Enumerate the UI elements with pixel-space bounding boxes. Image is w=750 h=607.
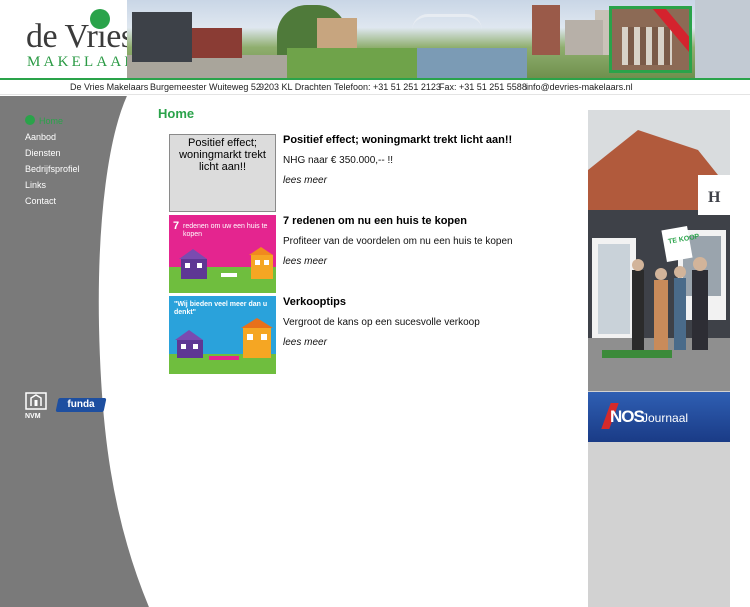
photo-modern-house bbox=[132, 12, 192, 62]
article-item: "Wij bieden veel meer dan u denkt" Verko… bbox=[169, 296, 569, 374]
read-more-link[interactable]: lees meer bbox=[283, 175, 327, 186]
nos-journaal-banner[interactable]: NOS Journaal bbox=[588, 392, 730, 442]
nav-item-aanbod[interactable]: Aanbod › bbox=[25, 132, 120, 146]
contact-phone: Telefoon: +31 51 251 2123 bbox=[334, 82, 441, 92]
article-summary: Vergroot de kans op een sucesvolle verko… bbox=[283, 317, 480, 328]
nos-journaal-label: Journaal bbox=[642, 411, 689, 425]
chevron-right-icon: › bbox=[116, 131, 120, 142]
article-image-7-redenen[interactable]: redenen om uw een huis te kopen 7 bbox=[169, 215, 276, 293]
header-photo-banner bbox=[127, 0, 750, 79]
article-title[interactable]: Verkooptips bbox=[283, 296, 346, 308]
photo-apartment-low bbox=[565, 20, 603, 55]
nav-item-home[interactable]: Home bbox=[25, 115, 120, 130]
promo-houses-illustration bbox=[169, 318, 276, 374]
svg-text:7: 7 bbox=[173, 220, 179, 232]
contact-bar: De Vries Makelaars Burgemeester Wuiteweg… bbox=[0, 80, 750, 95]
photo-red-house bbox=[192, 28, 242, 58]
funda-logo[interactable]: funda bbox=[55, 398, 107, 412]
active-bullet-icon bbox=[25, 115, 35, 125]
contact-address: Burgemeester Wuiteweg 52 bbox=[150, 82, 261, 92]
nav-item-contact[interactable]: Contact bbox=[25, 196, 120, 210]
thumbnail-facade bbox=[622, 27, 672, 65]
nav-item-links[interactable]: Links bbox=[25, 180, 120, 194]
page-title: Home bbox=[158, 106, 195, 121]
right-column: H TE KOOP NOS Journaal bbox=[588, 110, 730, 607]
logo-dot bbox=[90, 9, 110, 29]
article-item: redenen om uw een huis te kopen 7 7 rede… bbox=[169, 215, 569, 293]
photo-bridge bbox=[412, 14, 482, 30]
read-more-link[interactable]: lees meer bbox=[283, 256, 327, 267]
sidebar: Home Aanbod › Diensten › Bedrijfsprofiel… bbox=[0, 96, 170, 607]
nav-item-label: Links bbox=[25, 180, 47, 190]
chevron-right-icon: › bbox=[116, 163, 120, 174]
article-item: Positief effect; woningmarkt trekt licht… bbox=[169, 134, 569, 212]
svg-text:H: H bbox=[708, 189, 721, 206]
chevron-right-icon: › bbox=[116, 147, 120, 158]
nos-logo: NOS bbox=[610, 407, 645, 426]
weektopper-thumbnail[interactable] bbox=[609, 6, 692, 73]
nav-item-label: Contact bbox=[25, 196, 57, 206]
photo-farmhouse bbox=[317, 18, 357, 48]
article-summary: Profiteer van de voordelen om nu een hui… bbox=[283, 236, 513, 247]
read-more-link[interactable]: lees meer bbox=[283, 337, 327, 348]
photo-apartment-tower bbox=[532, 5, 560, 55]
nvm-label: NVM bbox=[25, 413, 41, 420]
site-logo[interactable]: de Vries MAKELAARS bbox=[0, 0, 146, 79]
photo-sky bbox=[695, 0, 750, 79]
nvm-logo[interactable]: NVM bbox=[25, 392, 47, 420]
logo-wordmark: de Vries bbox=[26, 18, 134, 55]
contact-company: De Vries Makelaars bbox=[70, 82, 149, 92]
article-image-placeholder[interactable]: Positief effect; woningmarkt trekt licht… bbox=[169, 134, 276, 212]
article-image-verkooptips[interactable]: "Wij bieden veel meer dan u denkt" bbox=[169, 296, 276, 374]
contact-fax: Fax: +31 51 251 5588 bbox=[439, 82, 527, 92]
contact-email[interactable]: info@devries-makelaars.nl bbox=[526, 82, 633, 92]
nvm-emblem-icon bbox=[25, 392, 47, 410]
office-photo-illustration: H bbox=[588, 110, 730, 391]
article-title[interactable]: Positief effect; woningmarkt trekt licht… bbox=[283, 134, 512, 146]
funda-label: funda bbox=[67, 399, 95, 410]
article-summary: NHG naar € 350.000,-- !! bbox=[283, 155, 394, 166]
nav-item-label: Diensten bbox=[25, 148, 61, 158]
photo-meadow bbox=[287, 48, 427, 79]
office-photo: H TE KOOP bbox=[588, 110, 730, 391]
nav-item-bedrijfsprofiel[interactable]: Bedrijfsprofiel › bbox=[25, 164, 120, 178]
promo-houses-illustration: 7 bbox=[169, 220, 276, 293]
photo-canal bbox=[417, 48, 527, 79]
article-title[interactable]: 7 redenen om nu een huis te kopen bbox=[283, 215, 467, 227]
contact-city: 9203 KL Drachten bbox=[259, 82, 332, 92]
nav-item-diensten[interactable]: Diensten › bbox=[25, 148, 120, 162]
nav-item-label: Aanbod bbox=[25, 132, 57, 142]
site-header: de Vries MAKELAARS bbox=[0, 0, 750, 79]
nav-item-label: Bedrijfsprofiel bbox=[25, 164, 80, 174]
